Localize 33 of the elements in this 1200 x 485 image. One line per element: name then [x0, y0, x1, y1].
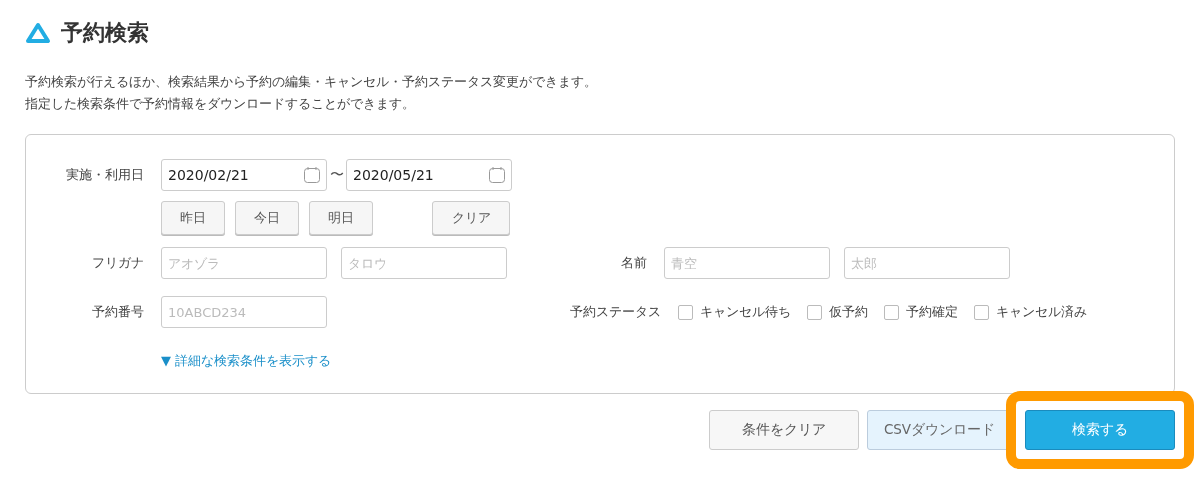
date-field[interactable]: 2020/02/21 — [161, 159, 327, 191]
checkbox-label: キャンセル済み — [996, 303, 1087, 321]
field-label: 名前 — [620, 254, 647, 272]
input-field[interactable]: 太郎 — [844, 247, 1010, 279]
clear-date-button[interactable]: クリア — [432, 201, 510, 235]
checkbox-label: 予約確定 — [906, 303, 958, 321]
quick-date-button[interactable]: 今日 — [235, 201, 299, 235]
checkbox[interactable] — [807, 304, 822, 320]
quick-date-button[interactable]: 明日 — [309, 201, 373, 235]
field-label: 予約ステータス — [569, 303, 661, 321]
triangle-logo-icon — [25, 22, 51, 44]
checkbox-label: 仮予約 — [829, 303, 868, 321]
input-field[interactable]: アオゾラ — [161, 247, 327, 279]
advanced-search-link[interactable]: ▼ 詳細な検索条件を表示する — [161, 352, 332, 370]
input-field[interactable]: 青空 — [664, 247, 830, 279]
field-label: 実施・利用日 — [65, 166, 144, 184]
field-label: フリガナ — [91, 254, 144, 272]
quick-date-button[interactable]: 昨日 — [161, 201, 225, 235]
input-field[interactable]: タロウ — [341, 247, 507, 279]
description-text: 指定した検索条件で予約情報をダウンロードすることができます。 — [25, 96, 416, 112]
checkbox[interactable] — [678, 304, 693, 320]
description-text: 予約検索が行えるほか、検索結果から予約の編集・キャンセル・予約ステータス変更ができます。 — [25, 74, 598, 90]
date-field[interactable]: 2020/05/21 — [346, 159, 512, 191]
field-label: 予約番号 — [91, 303, 144, 321]
page-title: 予約検索 — [61, 19, 149, 47]
range-separator: 〜 — [328, 166, 345, 184]
input-field[interactable]: 10ABCD234 — [161, 296, 327, 328]
action-button[interactable]: 条件をクリア — [709, 410, 859, 450]
checkbox[interactable] — [974, 304, 989, 320]
checkbox[interactable] — [884, 304, 899, 320]
checkbox-label: キャンセル待ち — [700, 303, 791, 321]
calendar-icon[interactable] — [303, 166, 321, 184]
calendar-icon[interactable] — [488, 166, 506, 184]
